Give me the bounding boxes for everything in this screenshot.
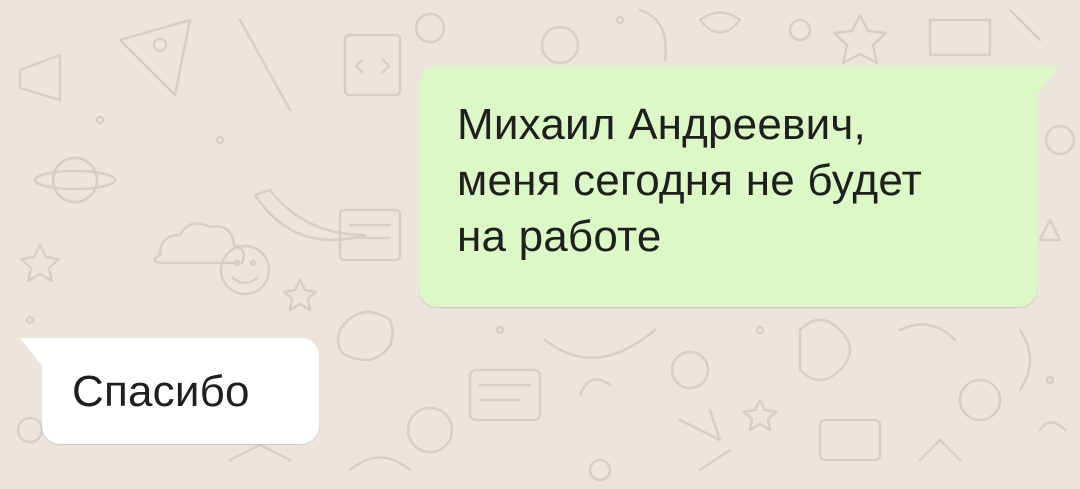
outgoing-message-text: Михаил Андреевич, меня сегодня не будет …	[457, 100, 922, 261]
outgoing-bubble-tail	[1037, 67, 1059, 95]
chat-background: Михаил Андреевич, меня сегодня не будет …	[0, 0, 1080, 489]
incoming-message-bubble[interactable]: Спасибо	[20, 338, 319, 444]
incoming-message-text: Спасибо	[72, 367, 250, 416]
incoming-bubble-tail	[20, 338, 42, 366]
outgoing-message-bubble[interactable]: Михаил Андреевич, меня сегодня не будет …	[419, 67, 1059, 307]
